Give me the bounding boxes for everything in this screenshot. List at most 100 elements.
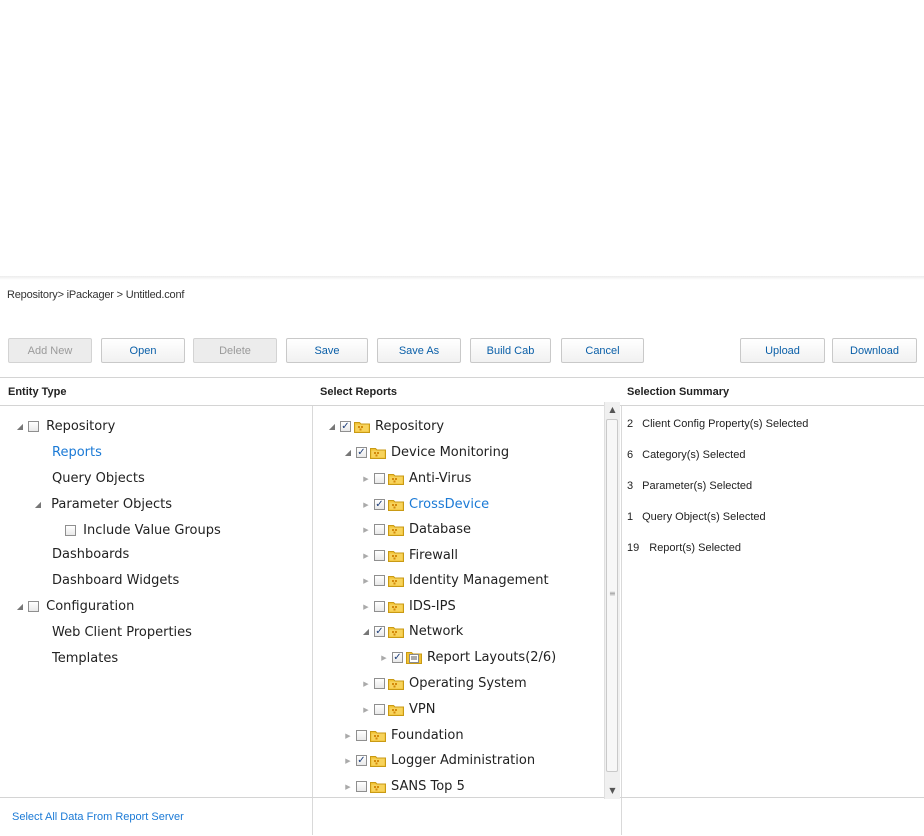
entity-tree-item-query-objects[interactable]: Query Objects [52, 469, 145, 489]
expanded-arrow-icon[interactable]: ◢ [326, 417, 338, 437]
checkbox[interactable] [28, 600, 39, 612]
report-tree-label: Anti-Virus [409, 471, 472, 486]
report-tree-item[interactable]: ▶ IDS-IPS [360, 597, 456, 617]
report-tree-item[interactable]: ▶ Database [360, 520, 471, 540]
open-button[interactable]: Open [101, 338, 185, 363]
collapsed-arrow-icon[interactable]: ▶ [360, 546, 372, 566]
entity-tree-item-include-value-groups[interactable]: Include Value Groups [63, 521, 221, 541]
checkbox-checked[interactable]: ✓ [392, 651, 403, 663]
report-tree-item[interactable]: ◢ ✓ Repository [326, 417, 444, 437]
checkbox[interactable] [28, 420, 39, 432]
folder-icon [388, 523, 404, 536]
folder-icon [388, 472, 404, 485]
report-tree-item[interactable]: ▶ ✓ Report Layouts(2/6) [378, 648, 556, 668]
reports-scrollbar[interactable]: ▲ ≡ ▼ [604, 402, 620, 799]
report-tree-item[interactable]: ▶ SANS Top 5 [342, 777, 465, 797]
expanded-arrow-icon[interactable]: ◢ [14, 417, 26, 437]
build-cab-button[interactable]: Build Cab [470, 338, 551, 363]
checkbox[interactable] [356, 780, 367, 792]
entity-tree-item-dashboard-widgets[interactable]: Dashboard Widgets [52, 571, 179, 591]
checkbox-checked[interactable]: ✓ [356, 754, 367, 766]
checkbox[interactable] [374, 574, 385, 586]
collapsed-arrow-icon[interactable]: ▶ [360, 700, 372, 720]
scroll-up-arrow-icon[interactable]: ▲ [605, 402, 620, 418]
selection-summary-header: Selection Summary [621, 378, 924, 406]
entity-label: Include Value Groups [83, 523, 221, 538]
collapsed-arrow-icon[interactable]: ▶ [360, 674, 372, 694]
expanded-arrow-icon[interactable]: ◢ [342, 443, 354, 463]
collapsed-arrow-icon[interactable]: ▶ [360, 520, 372, 540]
report-tree-item[interactable]: ◢ ✓ Network [360, 622, 463, 642]
report-tree-item[interactable]: ▶ Identity Management [360, 571, 548, 591]
collapsed-arrow-icon[interactable]: ▶ [342, 777, 354, 797]
report-tree-item[interactable]: ▶ VPN [360, 700, 435, 720]
report-tree-item[interactable]: ▶ Foundation [342, 726, 464, 746]
scroll-down-arrow-icon[interactable]: ▼ [605, 783, 620, 799]
report-tree-item[interactable]: ▶ Anti-Virus [360, 469, 471, 489]
collapsed-arrow-icon[interactable]: ▶ [360, 571, 372, 591]
cancel-button[interactable]: Cancel [561, 338, 644, 363]
download-button[interactable]: Download [832, 338, 917, 363]
entity-tree-item-dashboards[interactable]: Dashboards [52, 545, 129, 565]
entity-tree-item-configuration[interactable]: ◢ Configuration [14, 597, 134, 617]
entity-tree-item-repository[interactable]: ◢ Repository [14, 417, 115, 437]
report-tree-item[interactable]: ▶ Firewall [360, 546, 458, 566]
folder-icon [370, 729, 386, 742]
entity-tree-item-templates[interactable]: Templates [52, 649, 118, 669]
checkbox[interactable] [374, 677, 385, 689]
collapsed-arrow-icon[interactable]: ▶ [342, 726, 354, 746]
report-tree-label: Foundation [391, 728, 464, 743]
entity-label: Web Client Properties [52, 625, 192, 640]
summary-count: 19 [627, 542, 640, 554]
checkbox[interactable] [374, 472, 385, 484]
summary-item: 2 Client Config Property(s) Selected [627, 418, 808, 430]
folder-icon [388, 600, 404, 613]
report-layout-icon [406, 651, 422, 664]
checkbox[interactable] [374, 600, 385, 612]
checkbox[interactable] [374, 523, 385, 535]
add-new-button[interactable]: Add New [8, 338, 92, 363]
entity-tree-item-reports[interactable]: Reports [52, 443, 102, 463]
checkbox-checked[interactable]: ✓ [340, 420, 351, 432]
expanded-arrow-icon[interactable]: ◢ [32, 495, 44, 515]
folder-icon [354, 420, 370, 433]
entity-label: Configuration [46, 599, 135, 614]
entity-label: Repository [46, 419, 116, 434]
report-tree-label: IDS-IPS [409, 599, 456, 614]
select-all-link[interactable]: Select All Data From Report Server [12, 811, 184, 823]
entity-label: Dashboard Widgets [52, 573, 180, 588]
checkbox[interactable] [65, 524, 76, 536]
report-tree-label: SANS Top 5 [391, 779, 465, 794]
expanded-arrow-icon[interactable]: ◢ [14, 597, 26, 617]
collapsed-arrow-icon[interactable]: ▶ [360, 495, 372, 515]
collapsed-arrow-icon[interactable]: ▶ [360, 469, 372, 489]
report-tree-item[interactable]: ▶ ✓ Logger Administration [342, 751, 535, 771]
report-tree-item[interactable]: ◢ ✓ Device Monitoring [342, 443, 509, 463]
checkbox[interactable] [374, 549, 385, 561]
entity-tree-item-web-client-properties[interactable]: Web Client Properties [52, 623, 192, 643]
checkbox-checked[interactable]: ✓ [374, 625, 385, 637]
entity-tree-item-parameter-objects[interactable]: ◢ Parameter Objects [32, 495, 172, 515]
delete-button[interactable]: Delete [193, 338, 277, 363]
save-as-button[interactable]: Save As [377, 338, 461, 363]
report-tree-item[interactable]: ▶ ✓ CrossDevice [360, 495, 489, 515]
selection-summary-footer [621, 797, 924, 835]
save-button[interactable]: Save [286, 338, 368, 363]
summary-item: 3 Parameter(s) Selected [627, 480, 752, 492]
report-tree-item[interactable]: ▶ Operating System [360, 674, 526, 694]
scroll-thumb[interactable]: ≡ [606, 419, 618, 772]
upload-button[interactable]: Upload [740, 338, 825, 363]
collapsed-arrow-icon[interactable]: ▶ [342, 751, 354, 771]
entity-label: Parameter Objects [51, 497, 173, 512]
checkbox-checked[interactable]: ✓ [374, 498, 385, 510]
collapsed-arrow-icon[interactable]: ▶ [378, 648, 390, 668]
checkbox[interactable] [374, 703, 385, 715]
expanded-arrow-icon[interactable]: ◢ [360, 622, 372, 642]
report-tree-label: Report Layouts(2/6) [427, 650, 557, 665]
collapsed-arrow-icon[interactable]: ▶ [360, 597, 372, 617]
checkbox-checked[interactable]: ✓ [356, 446, 367, 458]
grip-icon: ≡ [609, 589, 616, 598]
checkbox[interactable] [356, 729, 367, 741]
report-tree-label: Device Monitoring [391, 445, 510, 460]
breadcrumb: Repository> iPackager > Untitled.conf [7, 289, 185, 301]
